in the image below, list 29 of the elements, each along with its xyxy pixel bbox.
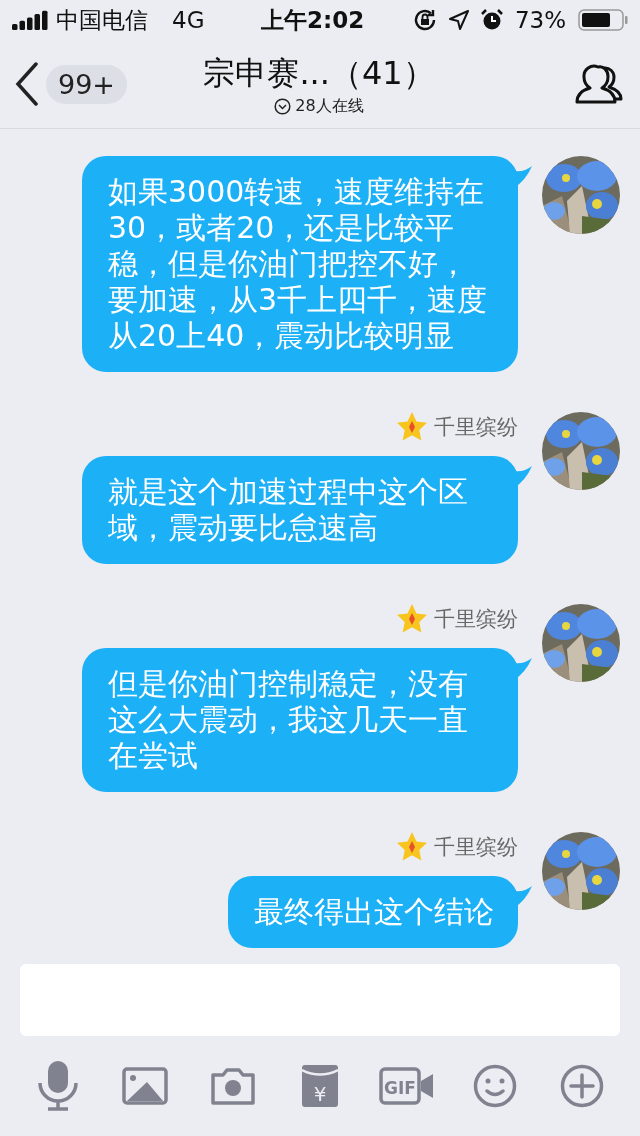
star-icon	[396, 411, 428, 443]
battery-icon	[578, 9, 628, 31]
alarm-icon	[480, 9, 503, 31]
camera-icon	[209, 1067, 256, 1105]
sender-name: 千里缤纷	[434, 606, 518, 633]
network-type: 4G	[172, 7, 205, 33]
emoji-icon	[472, 1064, 517, 1108]
plus-icon	[560, 1064, 605, 1108]
clock-time: 上午2:02	[261, 5, 365, 35]
star-icon	[396, 831, 428, 863]
chat-title: 宗申赛...（41）	[203, 52, 435, 94]
sender-name: 千里缤纷	[434, 414, 518, 441]
group-members-icon[interactable]	[574, 63, 624, 105]
signal-icon	[12, 10, 48, 30]
redpacket-button[interactable]: ¥	[289, 1056, 350, 1116]
microphone-icon	[37, 1061, 78, 1111]
sender-name: 千里缤纷	[434, 834, 518, 861]
battery-percentage: 73%	[514, 7, 566, 33]
rotation-lock-icon	[412, 8, 437, 32]
image-icon	[122, 1067, 169, 1105]
unread-count-badge: 99+	[46, 64, 127, 104]
online-count: 28人在线	[295, 95, 364, 117]
back-icon[interactable]	[14, 62, 40, 106]
location-arrow-icon	[448, 10, 469, 30]
carrier-name: 中国电信	[56, 5, 148, 35]
envelope-icon: ¥	[301, 1065, 338, 1107]
star-icon	[396, 603, 428, 635]
chevron-down-circle-icon[interactable]	[274, 97, 292, 115]
gif-button[interactable]: GIF	[377, 1056, 438, 1116]
